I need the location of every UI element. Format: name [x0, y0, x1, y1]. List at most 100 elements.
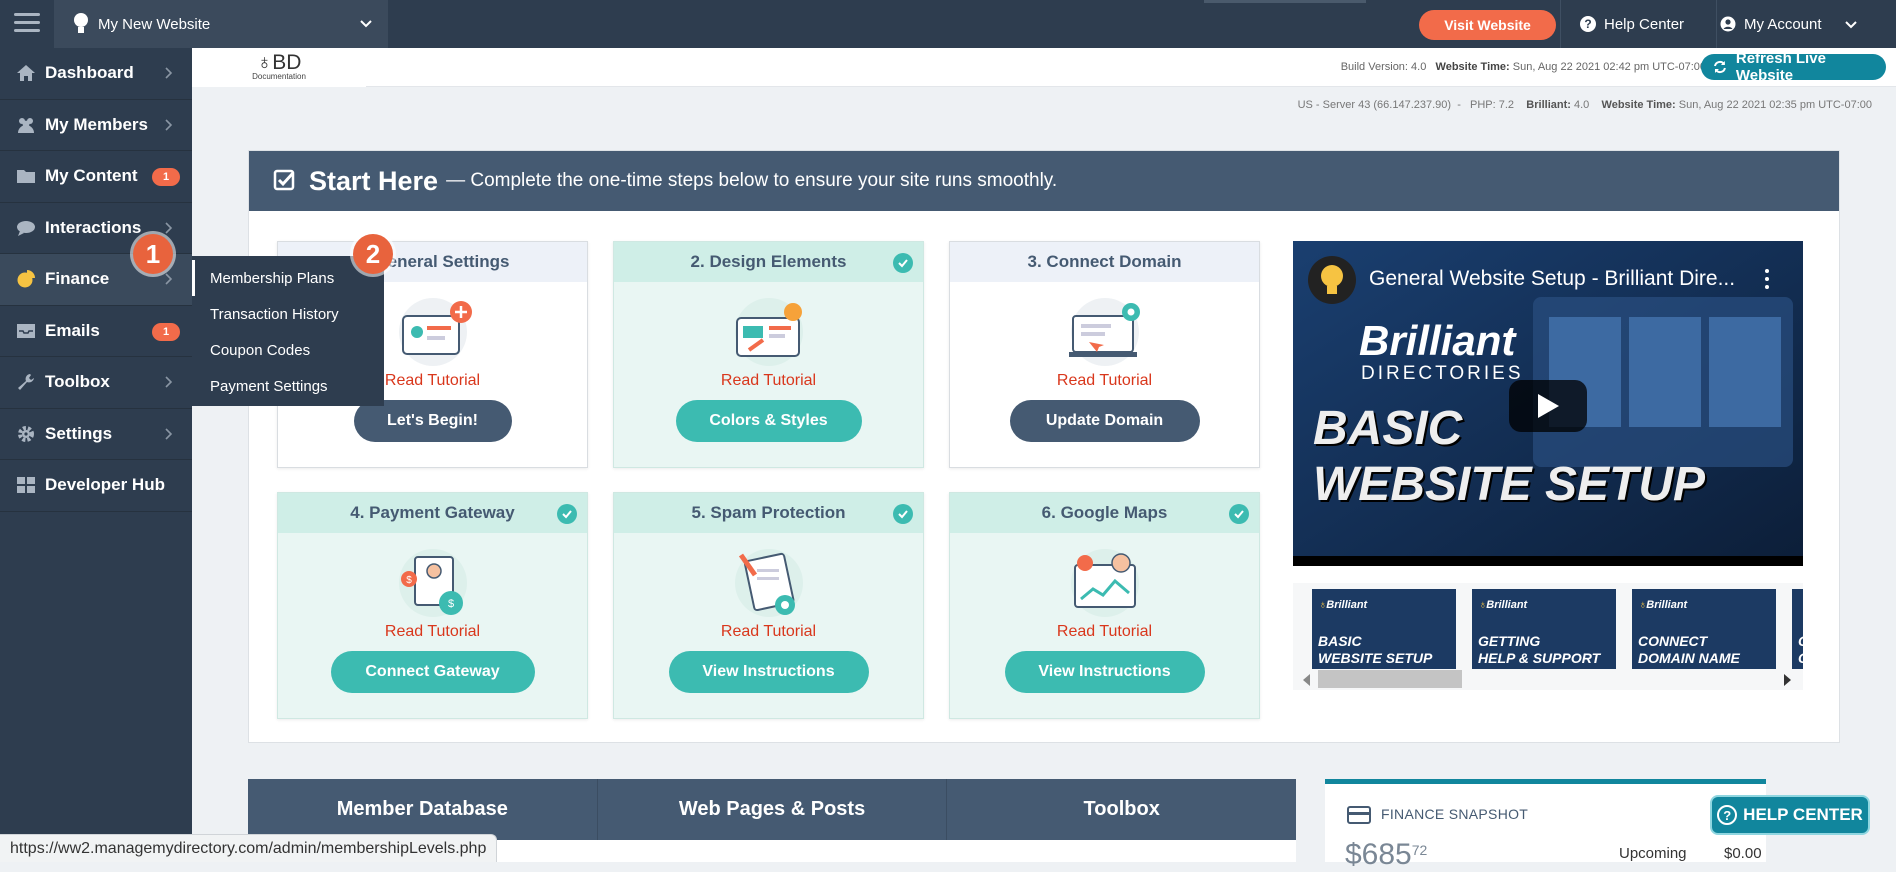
build-label: Build Version: — [1340, 61, 1408, 73]
pie-chart-icon — [17, 270, 35, 288]
card-title-text: 6. Google Maps — [1041, 503, 1168, 522]
sidebar-item-emails[interactable]: Emails 1 — [0, 306, 192, 357]
refresh-icon — [1714, 60, 1726, 74]
visit-website-button[interactable]: Visit Website — [1419, 10, 1556, 40]
sidebar-item-label: Emails — [45, 320, 100, 340]
start-here-subtitle: — Complete the one-time steps below to e… — [446, 170, 1058, 191]
credit-card-icon — [1347, 806, 1371, 824]
sidebar-item-toolbox[interactable]: Toolbox — [0, 357, 192, 409]
video-playlist: ♁Brilliant BASIC WEBSITE SETUP ♁Brillian… — [1293, 583, 1803, 690]
sidebar-item-settings[interactable]: Settings — [0, 409, 192, 460]
chevron-right-icon — [165, 273, 173, 285]
step-card-payment-gateway: 4. Payment Gateway $ $ Read Tutorial Conn… — [277, 492, 588, 719]
website-time-value: Sun, Aug 22 2021 02:42 pm UTC-07:00 — [1512, 61, 1706, 73]
playlist-item[interactable]: C C — [1792, 589, 1803, 669]
view-instructions-button[interactable]: View Instructions — [1004, 651, 1205, 693]
status-bar-url: https://ww2.managemydirectory.com/admin/… — [0, 834, 498, 862]
thumbnail-text: GETTING — [1478, 633, 1541, 649]
brand-logo[interactable]: ♁BD Documentation — [192, 48, 366, 87]
step-card-google-maps: 6. Google Maps Read Tutorial View Instru… — [949, 492, 1260, 719]
help-center-label: Help Center — [1604, 15, 1685, 33]
logo-mark-text: BD — [272, 51, 302, 74]
help-center-floating-button[interactable]: ? HELP CENTER — [1710, 795, 1870, 835]
video-progress-bar[interactable] — [1293, 556, 1803, 566]
user-circle-icon — [1720, 16, 1736, 32]
playlist-scrollbar[interactable] — [1293, 668, 1803, 688]
refresh-live-website-button[interactable]: Refresh Live Website — [1701, 50, 1886, 84]
start-here-header: Start Here — Complete the one-time steps… — [249, 151, 1839, 211]
server-info: US - Server 43 (66.147.237.90) - PHP: 7.… — [1297, 99, 1872, 111]
my-account-menu[interactable]: My Account — [1720, 0, 1858, 48]
tutorial-video-player[interactable]: General Website Setup - Brilliant Dire..… — [1293, 241, 1803, 566]
connect-gateway-button[interactable]: Connect Gateway — [330, 651, 535, 693]
video-headline-line: WEBSITE SETUP — [1313, 458, 1706, 511]
read-tutorial-link[interactable]: Read Tutorial — [278, 623, 587, 641]
site-selector[interactable]: My New Website — [54, 0, 388, 48]
play-icon — [1538, 394, 1559, 418]
brilliant-label: Brilliant: — [1526, 99, 1571, 111]
sidebar-item-developer-hub[interactable]: Developer Hub — [0, 460, 192, 512]
play-button[interactable] — [1509, 380, 1587, 432]
step-annotation-2: 2 — [353, 234, 393, 274]
question-icon: ? — [1717, 805, 1738, 825]
sidebar-item-dashboard[interactable]: Dashboard — [0, 48, 192, 100]
topbar-divider — [1716, 0, 1717, 48]
playlist-item[interactable]: ♁Brilliant BASIC WEBSITE SETUP — [1312, 589, 1456, 669]
colors-styles-button[interactable]: Colors & Styles — [675, 400, 862, 442]
sidebar-item-my-members[interactable]: My Members — [0, 100, 192, 151]
submenu-item-transaction-history[interactable]: Transaction History — [192, 296, 384, 332]
checkmark-icon — [893, 253, 913, 273]
gear-icon — [18, 425, 34, 442]
sidebar-item-label: My Members — [45, 114, 148, 134]
submenu-item-coupon-codes[interactable]: Coupon Codes — [192, 332, 384, 368]
step-annotation-1: 1 — [133, 234, 173, 274]
start-here-title: Start Here — [309, 165, 439, 196]
sidebar-item-label: Finance — [45, 269, 110, 289]
settings-illustration-icon — [399, 298, 472, 366]
read-tutorial-link[interactable]: Read Tutorial — [950, 623, 1259, 641]
logo-mark: ♁BD — [257, 51, 302, 74]
card-title: 3. Connect Domain — [950, 242, 1259, 282]
playlist-item[interactable]: ♁Brilliant GETTING HELP & SUPPORT — [1472, 589, 1616, 669]
view-instructions-button[interactable]: View Instructions — [668, 651, 869, 693]
chevron-down-icon — [360, 20, 372, 28]
info-bar: Build Version: 4.0 Website Time: Sun, Au… — [366, 48, 1896, 87]
my-account-label: My Account — [1744, 15, 1822, 33]
sidebar-item-label: Interactions — [45, 217, 142, 237]
read-tutorial-link[interactable]: Read Tutorial — [614, 623, 923, 641]
read-tutorial-link[interactable]: Read Tutorial — [950, 372, 1259, 390]
checkmark-icon — [893, 504, 913, 524]
more-options-icon[interactable] — [1765, 269, 1769, 293]
playlist-item[interactable]: ♁Brilliant CONNECT DOMAIN NAME — [1632, 589, 1776, 669]
menu-toggle-button[interactable] — [8, 8, 46, 40]
update-domain-button[interactable]: Update Domain — [1009, 400, 1200, 442]
submenu-item-payment-settings[interactable]: Payment Settings — [192, 368, 384, 404]
sidebar-item-my-content[interactable]: My Content 1 — [0, 151, 192, 203]
svg-text:$: $ — [448, 598, 454, 610]
folder-icon — [17, 170, 35, 184]
checkbox-icon — [273, 169, 295, 191]
help-center-link[interactable]: ? Help Center — [1580, 0, 1684, 48]
sidebar: Dashboard My Members My Content 1 Intera… — [0, 48, 192, 862]
submenu-item-membership-plans[interactable]: Membership Plans — [192, 260, 384, 296]
build-info: Build Version: 4.0 Website Time: Sun, Au… — [1341, 61, 1706, 73]
lets-begin-button[interactable]: Let's Begin! — [353, 400, 512, 442]
sidebar-item-label: My Content — [45, 166, 138, 186]
notification-badge: 1 — [152, 168, 180, 186]
server-time-label: Website Time: — [1601, 99, 1676, 111]
card-title: 4. Payment Gateway — [278, 493, 587, 533]
sidebar-item-label: Toolbox — [45, 372, 110, 392]
thumbnail-brand: ♁Brilliant — [1318, 599, 1368, 611]
scrollbar-thumb[interactable] — [1318, 670, 1462, 688]
read-tutorial-link[interactable]: Read Tutorial — [614, 372, 923, 390]
scroll-right-arrow-icon[interactable] — [1784, 674, 1791, 686]
php-version: PHP: 7.2 — [1470, 99, 1515, 111]
step-card-spam-protection: 5. Spam Protection Read Tutorial View In… — [613, 492, 924, 719]
scroll-left-arrow-icon[interactable] — [1303, 674, 1310, 686]
chevron-right-icon — [165, 67, 173, 79]
thumbnail-text: HELP & SUPPORT — [1478, 650, 1601, 666]
upcoming-label: Upcoming — [1619, 845, 1687, 862]
card-title-text: 4. Payment Gateway — [350, 503, 515, 522]
chat-icon — [17, 220, 35, 236]
design-illustration-icon — [735, 298, 803, 366]
